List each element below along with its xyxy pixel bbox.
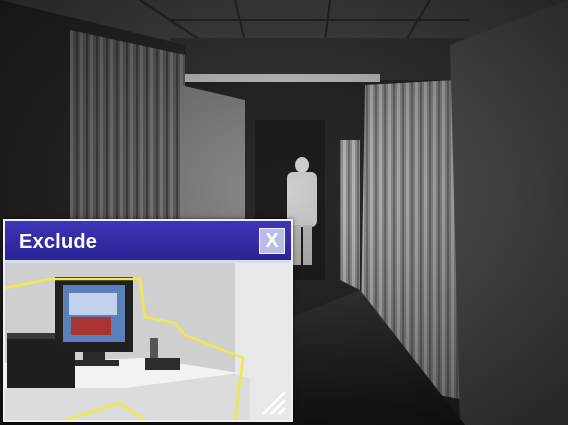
exclude-title-bar[interactable]: Exclude X [5, 221, 291, 263]
close-icon: X [265, 230, 279, 252]
resize-grip-icon[interactable] [257, 386, 287, 416]
exclusion-preview [5, 263, 291, 420]
close-button[interactable]: X [259, 228, 285, 254]
window-title: Exclude [19, 231, 98, 253]
exclude-window[interactable]: Exclude X [3, 219, 293, 422]
